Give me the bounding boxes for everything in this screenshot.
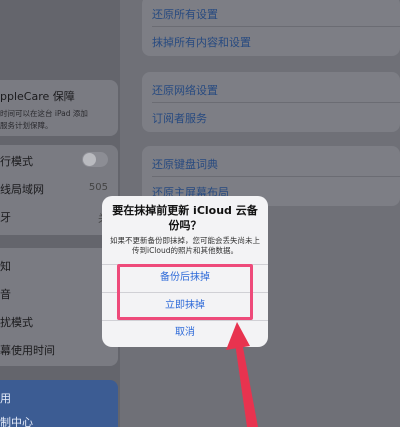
- sidebar-item-focus[interactable]: 扰模式: [0, 314, 33, 330]
- reset-group-2: 还原网络设置 订阅者服务: [142, 72, 400, 132]
- settings-screen: ppleCare 保障 时间可以在这台 iPad 添加 服务计划保障。 行模式 …: [0, 0, 400, 427]
- cancel-button[interactable]: 取消: [102, 321, 268, 345]
- sidebar-item-bluetooth[interactable]: 牙: [0, 209, 11, 225]
- divider: [152, 102, 400, 103]
- reset-all-settings-link[interactable]: 还原所有设置: [152, 6, 218, 22]
- erase-all-content-link[interactable]: 抹掉所有内容和设置: [152, 34, 251, 50]
- wifi-value: 505: [88, 182, 108, 193]
- notifications-group: 知 音 扰模式 幕使用时间: [0, 248, 118, 366]
- sidebar-item-general-selected[interactable]: 用 制中心: [0, 380, 118, 427]
- applecare-label: ppleCare 保障: [0, 90, 75, 103]
- highlight-box: [117, 264, 253, 320]
- sidebar-item-control-center[interactable]: 制中心: [0, 414, 33, 427]
- reset-group-1: 还原所有设置 抹掉所有内容和设置: [142, 0, 400, 56]
- sidebar-item-wifi[interactable]: 线局域网: [0, 181, 44, 197]
- sidebar-item-sounds[interactable]: 音: [0, 286, 11, 302]
- divider: [152, 176, 400, 177]
- sidebar-item-screen-time[interactable]: 幕使用时间: [0, 342, 55, 358]
- applecare-desc-line2: 服务计划保障。: [0, 121, 53, 130]
- applecare-desc-line1: 时间可以在这台 iPad 添加: [0, 109, 88, 118]
- connectivity-group: 行模式 线局域网 505 牙 关: [0, 145, 118, 235]
- divider: [152, 26, 400, 27]
- dialog-title: 要在抹掉前更新 iCloud 云备份吗？: [112, 204, 258, 232]
- reset-network-settings-link[interactable]: 还原网络设置: [152, 82, 218, 98]
- sidebar-item-general-label: 用: [0, 392, 11, 405]
- reset-keyboard-dictionary-link[interactable]: 还原键盘词典: [152, 156, 218, 172]
- subscriber-service-link[interactable]: 订阅者服务: [152, 110, 207, 126]
- sidebar-item-notifications[interactable]: 知: [0, 258, 11, 274]
- dialog-message: 如果不更新备份即抹掉，您可能会丢失尚未上传到iCloud的照片和其他数据。: [110, 236, 260, 255]
- applecare-card[interactable]: ppleCare 保障 时间可以在这台 iPad 添加 服务计划保障。: [0, 80, 118, 136]
- sidebar-item-airplane[interactable]: 行模式: [0, 153, 33, 169]
- airplane-toggle[interactable]: [82, 152, 108, 167]
